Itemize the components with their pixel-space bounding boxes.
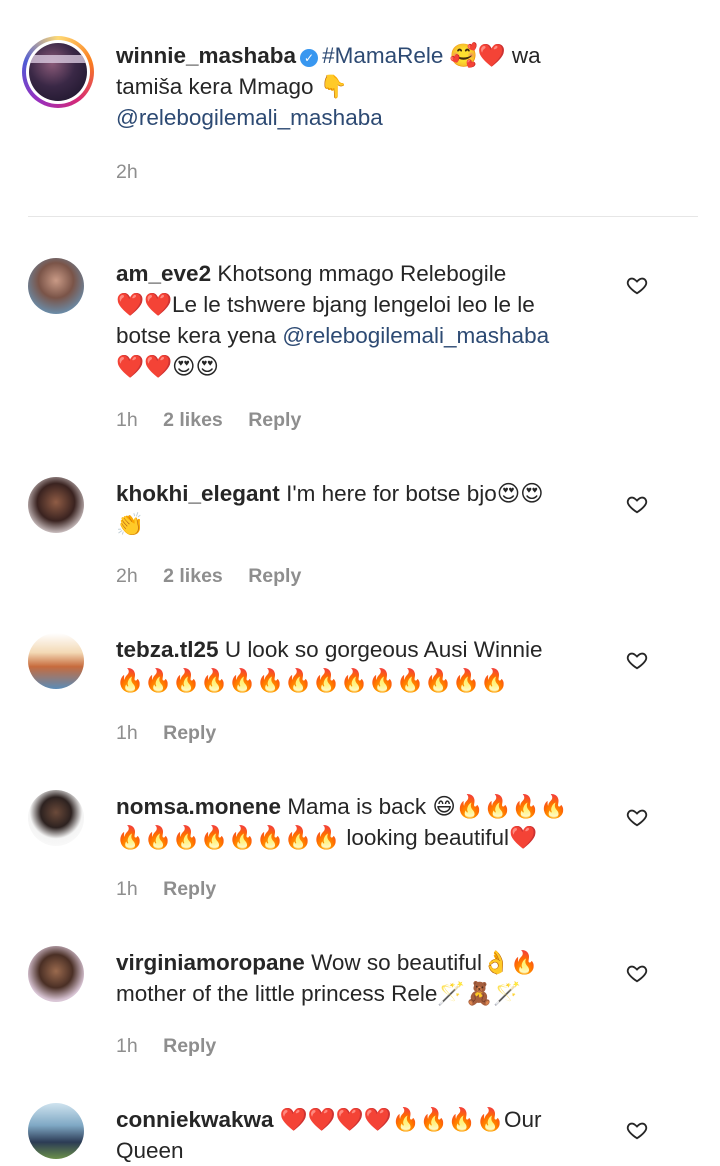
heart-outline-icon[interactable] bbox=[626, 806, 648, 828]
likes-count[interactable]: 2 likes bbox=[163, 565, 223, 587]
comment-text: virginiamoropane Wow so beautiful👌🔥 moth… bbox=[116, 950, 539, 1006]
heart-outline-icon[interactable] bbox=[626, 274, 648, 296]
comment-username[interactable]: tebza.tl25 bbox=[116, 637, 219, 662]
reply-button[interactable]: Reply bbox=[163, 722, 216, 744]
commenter-avatar[interactable] bbox=[28, 1103, 84, 1159]
comment-username[interactable]: am_eve2 bbox=[116, 261, 211, 286]
commenter-avatar[interactable] bbox=[28, 477, 84, 533]
commenter-avatar[interactable] bbox=[28, 946, 84, 1002]
divider bbox=[28, 216, 698, 217]
caption-text: winnie_mashaba ✓ #MamaRele 🥰❤️ wa tamiša k… bbox=[116, 40, 541, 133]
reply-button[interactable]: Reply bbox=[248, 565, 301, 587]
commenter-avatar[interactable] bbox=[28, 790, 84, 846]
comment-text: tebza.tl25 U look so gorgeous Ausi Winni… bbox=[116, 637, 543, 693]
reply-button[interactable]: Reply bbox=[163, 878, 216, 900]
comment-meta: 2h 2 likes Reply bbox=[116, 565, 302, 587]
comment-mention[interactable]: @relebogilemali_mashaba bbox=[282, 323, 549, 348]
reply-button[interactable]: Reply bbox=[248, 409, 301, 431]
comment-meta: 1h Reply bbox=[116, 878, 217, 900]
comment-username[interactable]: nomsa.monene bbox=[116, 794, 281, 819]
heart-outline-icon[interactable] bbox=[626, 962, 648, 984]
commenter-avatar[interactable] bbox=[28, 258, 84, 314]
comment-meta: 1h 2 likes Reply bbox=[116, 409, 302, 431]
commenter-avatar[interactable] bbox=[28, 633, 84, 689]
caption-line-2: tamiša kera Mmago 👇 bbox=[116, 74, 348, 99]
comment-username[interactable]: khokhi_elegant bbox=[116, 481, 280, 506]
reply-button[interactable]: Reply bbox=[163, 1035, 216, 1057]
comment-meta: 1h Reply bbox=[116, 1035, 217, 1057]
post-username[interactable]: winnie_mashaba bbox=[116, 43, 296, 68]
caption-mention[interactable]: @relebogilemali_mashaba bbox=[116, 102, 541, 133]
likes-count[interactable]: 2 likes bbox=[163, 409, 223, 431]
verified-badge-icon: ✓ bbox=[300, 49, 319, 67]
heart-outline-icon[interactable] bbox=[626, 1119, 648, 1141]
post-author-avatar[interactable] bbox=[22, 36, 94, 108]
comment-text: khokhi_elegant I'm here for botse bjo😍😍 … bbox=[116, 481, 544, 537]
comment-meta: 1h Reply bbox=[116, 722, 217, 744]
heart-outline-icon[interactable] bbox=[626, 493, 648, 515]
post-meta: 2h bbox=[116, 161, 158, 184]
post-time: 2h bbox=[116, 161, 138, 183]
hashtag-mamarele[interactable]: #MamaRele bbox=[322, 43, 443, 68]
heart-outline-icon[interactable] bbox=[626, 649, 648, 671]
comment-username[interactable]: virginiamoropane bbox=[116, 950, 305, 975]
post-caption: winnie_mashaba ✓ #MamaRele 🥰❤️ wa tamiša k… bbox=[0, 0, 720, 216]
comment-text: nomsa.monene Mama is back 😄🔥🔥🔥🔥 🔥🔥🔥🔥🔥🔥🔥🔥… bbox=[116, 794, 568, 850]
comment-text: am_eve2 Khotsong mmago Relebogile ❤️❤️Le… bbox=[116, 261, 550, 379]
comment-username[interactable]: conniekwakwa bbox=[116, 1107, 274, 1132]
comment-text: conniekwakwa ❤️❤️❤️❤️🔥🔥🔥🔥Our Queen bbox=[116, 1107, 542, 1163]
